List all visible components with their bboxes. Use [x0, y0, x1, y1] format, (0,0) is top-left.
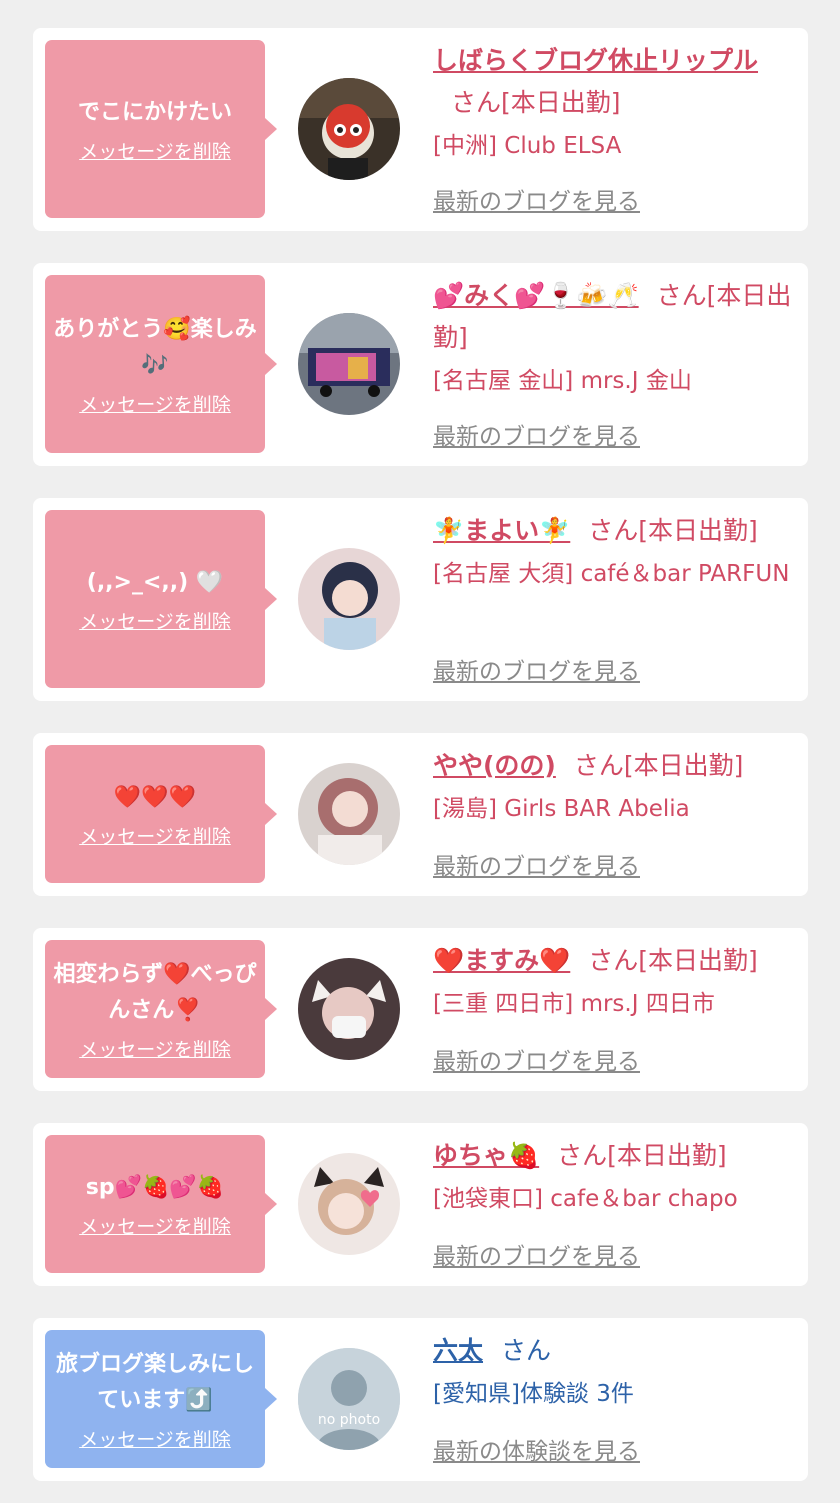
message-bubble: 相変わらず❤️べっぴんさん❣️ メッセージを削除	[45, 940, 277, 1078]
no-photo-silhouette-icon	[298, 1348, 400, 1450]
card-info: 六太 さん [愛知県]体験談 3件 最新の体験談を見る	[433, 1330, 793, 1470]
shop-text: [池袋東口] cafe＆bar chapo	[433, 1186, 738, 1212]
message-card: でこにかけたい メッセージを削除 しばらくブログ休止リップルさん[本日出勤] […	[33, 28, 808, 231]
status-text: さん[本日出勤]	[451, 88, 621, 117]
message-text: (,,>_<,,) 🤍	[86, 569, 224, 595]
message-text: 相変わらず❤️べっぴんさん❣️	[53, 961, 257, 1023]
message-bubble: でこにかけたい メッセージを削除	[45, 40, 277, 218]
delete-message-link[interactable]: メッセージを削除	[79, 1425, 231, 1452]
girl-name-link[interactable]: しばらくブログ休止リップル	[433, 46, 758, 75]
latest-blog-link[interactable]: 最新のブログを見る	[433, 1042, 640, 1076]
message-text: 旅ブログ楽しみにしています⤴️	[55, 1351, 254, 1413]
delete-message-link[interactable]: メッセージを削除	[79, 1035, 231, 1062]
avatar[interactable]	[298, 958, 400, 1060]
avatar[interactable]	[298, 548, 400, 650]
message-bubble: ありがとう🥰楽しみ🎶 メッセージを削除	[45, 275, 277, 453]
area-review-count: [愛知県]体験談 3件	[433, 1381, 634, 1407]
shop-text: [三重 四日市] mrs.J 四日市	[433, 991, 715, 1017]
status-text: さん[本日出勤]	[588, 516, 758, 545]
latest-blog-link[interactable]: 最新のブログを見る	[433, 652, 640, 686]
message-bubble: 旅ブログ楽しみにしています⤴️ メッセージを削除	[45, 1330, 277, 1468]
avatar[interactable]	[298, 763, 400, 865]
message-bubble: (,,>_<,,) 🤍 メッセージを削除	[45, 510, 277, 688]
shop-text: [中洲] Club ELSA	[433, 133, 622, 159]
avatar[interactable]	[298, 78, 400, 180]
user-name-link[interactable]: 六太	[433, 1336, 483, 1365]
latest-blog-link[interactable]: 最新のブログを見る	[433, 417, 640, 451]
status-text: さん[本日出勤]	[573, 751, 744, 780]
girl-name-link[interactable]: 💕みく💕🍷🍻🥂	[433, 281, 639, 310]
girl-name-link[interactable]: 🧚まよい🧚	[433, 516, 570, 545]
delete-message-link[interactable]: メッセージを削除	[79, 390, 231, 417]
message-card: 旅ブログ楽しみにしています⤴️ メッセージを削除 no photo 六太 さん […	[33, 1318, 808, 1481]
shop-text: [湯島] Girls BAR Abelia	[433, 796, 690, 822]
status-text: さん[本日出勤]	[557, 1141, 727, 1170]
latest-review-link[interactable]: 最新の体験談を見る	[433, 1432, 640, 1466]
delete-message-link[interactable]: メッセージを削除	[79, 137, 231, 164]
card-info: ❤️ますみ❤️ さん[本日出勤] [三重 四日市] mrs.J 四日市 最新のブロ…	[433, 940, 793, 1080]
girl-name-link[interactable]: やや(のの)	[433, 751, 556, 780]
message-card: ありがとう🥰楽しみ🎶 メッセージを削除 💕みく💕🍷🍻🥂 さん[本日出勤] [名古屋…	[33, 263, 808, 466]
message-card: sp💕🍓💕🍓 メッセージを削除 ゆちゃ🍓 さん[本日出勤] [池袋東口] cafe…	[33, 1123, 808, 1286]
latest-blog-link[interactable]: 最新のブログを見る	[433, 847, 640, 881]
message-bubble: sp💕🍓💕🍓 メッセージを削除	[45, 1135, 277, 1273]
girl-name-link[interactable]: ゆちゃ🍓	[433, 1141, 539, 1170]
message-card: (,,>_<,,) 🤍 メッセージを削除 🧚まよい🧚 さん[本日出勤] [名古屋 …	[33, 498, 808, 701]
status-text: さん	[501, 1336, 552, 1365]
shop-text: [名古屋 金山] mrs.J 金山	[433, 368, 692, 394]
girl-name-link[interactable]: ❤️ますみ❤️	[433, 946, 570, 975]
delete-message-link[interactable]: メッセージを削除	[79, 607, 231, 634]
message-card: ❤️❤️❤️ メッセージを削除 やや(のの) さん[本日出勤] [湯島] Girl…	[33, 733, 808, 896]
delete-message-link[interactable]: メッセージを削除	[79, 822, 231, 849]
latest-blog-link[interactable]: 最新のブログを見る	[433, 182, 640, 216]
latest-blog-link[interactable]: 最新のブログを見る	[433, 1237, 640, 1271]
message-bubble: ❤️❤️❤️ メッセージを削除	[45, 745, 277, 883]
card-info: 🧚まよい🧚 さん[本日出勤] [名古屋 大須] café＆bar PARFUN 最…	[433, 510, 793, 690]
card-info: やや(のの) さん[本日出勤] [湯島] Girls BAR Abelia 最新の…	[433, 745, 793, 885]
message-text: ありがとう🥰楽しみ🎶	[53, 316, 257, 378]
avatar[interactable]	[298, 1153, 400, 1255]
avatar[interactable]	[298, 313, 400, 415]
message-text: sp💕🍓💕🍓	[85, 1174, 225, 1200]
card-info: ゆちゃ🍓 さん[本日出勤] [池袋東口] cafe＆bar chapo 最新のブロ…	[433, 1135, 793, 1275]
message-text: ❤️❤️❤️	[113, 784, 197, 810]
no-photo-label: no photo	[317, 1412, 381, 1428]
message-text: でこにかけたい	[77, 99, 232, 125]
delete-message-link[interactable]: メッセージを削除	[79, 1212, 231, 1239]
status-text: さん[本日出勤]	[588, 946, 758, 975]
card-info: しばらくブログ休止リップルさん[本日出勤] [中洲] Club ELSA 最新の…	[433, 40, 793, 220]
card-info: 💕みく💕🍷🍻🥂 さん[本日出勤] [名古屋 金山] mrs.J 金山 最新のブログ…	[433, 275, 793, 455]
avatar[interactable]: no photo	[298, 1348, 400, 1450]
message-card: 相変わらず❤️べっぴんさん❣️ メッセージを削除 ❤️ますみ❤️ さん[本日出勤]…	[33, 928, 808, 1091]
shop-text: [名古屋 大須] café＆bar PARFUN	[433, 561, 790, 587]
